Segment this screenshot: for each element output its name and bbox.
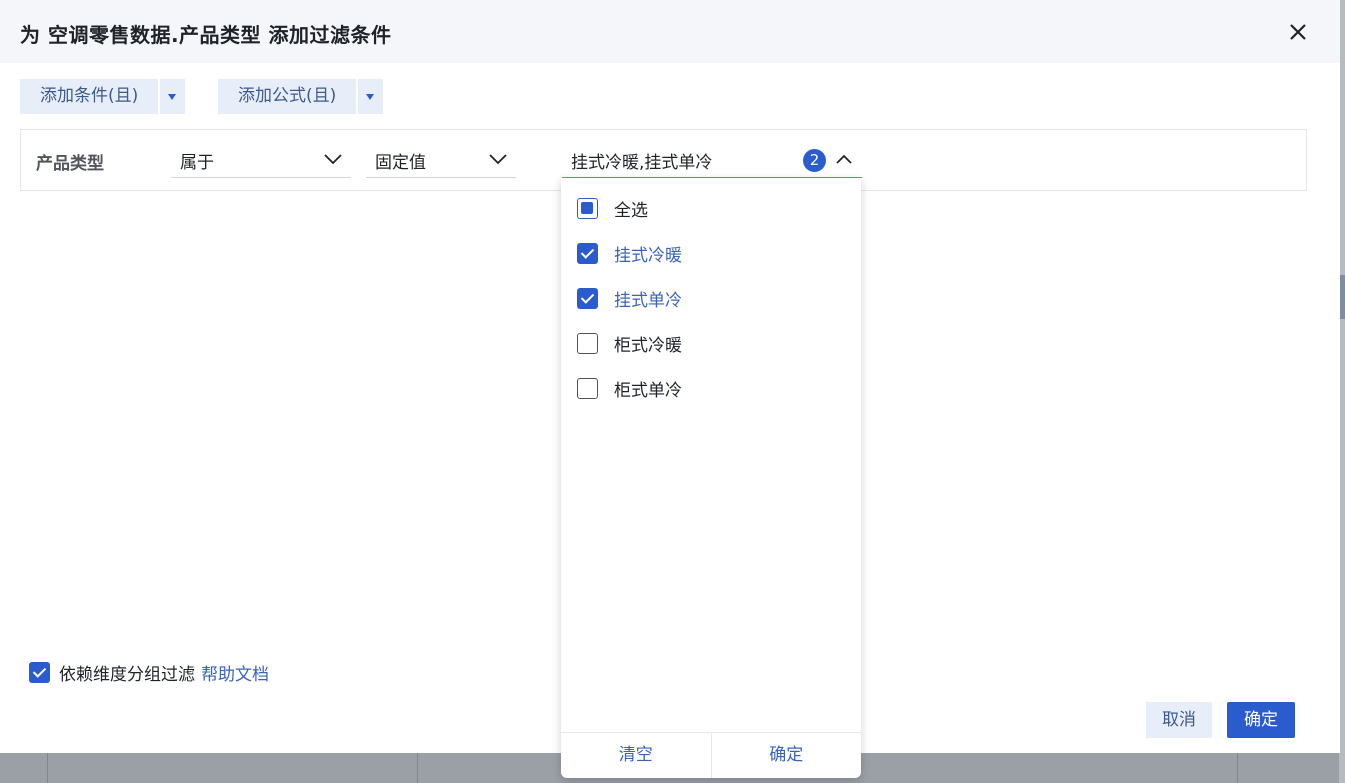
- selected-count-badge: 2: [803, 149, 826, 172]
- clear-button[interactable]: 清空: [561, 733, 711, 778]
- dropdown-option[interactable]: 挂式冷暖: [577, 241, 682, 266]
- close-icon: [1290, 24, 1306, 40]
- dropdown-option[interactable]: 柜式单冷: [577, 376, 682, 401]
- add-formula-menu-button[interactable]: [358, 79, 384, 114]
- value-type-select[interactable]: 固定值: [366, 142, 516, 178]
- dropdown-option[interactable]: 挂式单冷: [577, 286, 682, 311]
- option-checkbox[interactable]: [577, 377, 598, 399]
- value-type-value: 固定值: [375, 153, 426, 173]
- selected-values-text: 挂式冷暖,挂式单冷: [571, 153, 713, 173]
- operator-select[interactable]: 属于: [171, 142, 351, 178]
- dependency-filter-label: 依赖维度分组过滤: [59, 664, 195, 685]
- option-label: 挂式单冷: [614, 290, 682, 311]
- values-dropdown: 全选 挂式冷暖 挂式单冷 柜式冷暖 柜式单冷 清空 确定: [561, 178, 861, 778]
- chevron-down-icon: [489, 154, 507, 165]
- dialog-title: 为 空调零售数据.产品类型 添加过滤条件: [20, 23, 392, 47]
- option-checkbox[interactable]: [577, 287, 598, 309]
- ok-button[interactable]: 确定: [1227, 702, 1295, 738]
- dropdown-option[interactable]: 柜式冷暖: [577, 331, 682, 356]
- dropdown-footer: 清空 确定: [561, 732, 861, 778]
- background-scroll-mark: [1340, 275, 1345, 319]
- add-condition-menu-button[interactable]: [160, 79, 186, 114]
- add-formula-split-button: 添加公式(且): [218, 79, 384, 114]
- field-label: 产品类型: [36, 154, 104, 174]
- select-all-option[interactable]: 全选: [577, 196, 648, 221]
- values-multiselect[interactable]: 挂式冷暖,挂式单冷 2: [562, 142, 862, 178]
- background-segment: [48, 752, 418, 783]
- select-all-checkbox[interactable]: [577, 197, 598, 219]
- add-condition-button[interactable]: 添加条件(且): [20, 79, 159, 114]
- chevron-down-icon: [324, 154, 342, 165]
- option-checkbox[interactable]: [577, 332, 598, 354]
- option-label: 柜式冷暖: [614, 335, 682, 356]
- dependency-filter-row: 依赖维度分组过滤 帮助文档: [29, 660, 269, 685]
- close-button[interactable]: [1284, 18, 1312, 46]
- cancel-button[interactable]: 取消: [1146, 702, 1212, 738]
- dialog-header: 为 空调零售数据.产品类型 添加过滤条件: [0, 0, 1340, 63]
- dropdown-confirm-button[interactable]: 确定: [710, 733, 862, 778]
- operator-value: 属于: [180, 153, 214, 173]
- add-condition-split-button: 添加条件(且): [20, 79, 186, 114]
- option-checkbox[interactable]: [577, 242, 598, 264]
- dependency-filter-checkbox[interactable]: [29, 661, 50, 683]
- option-label: 柜式单冷: [614, 380, 682, 401]
- background-segment: [0, 752, 48, 783]
- add-formula-button[interactable]: 添加公式(且): [218, 79, 357, 114]
- option-label: 挂式冷暖: [614, 245, 682, 266]
- help-doc-link[interactable]: 帮助文档: [201, 660, 269, 685]
- select-all-label: 全选: [614, 200, 648, 221]
- chevron-up-icon: [836, 154, 852, 164]
